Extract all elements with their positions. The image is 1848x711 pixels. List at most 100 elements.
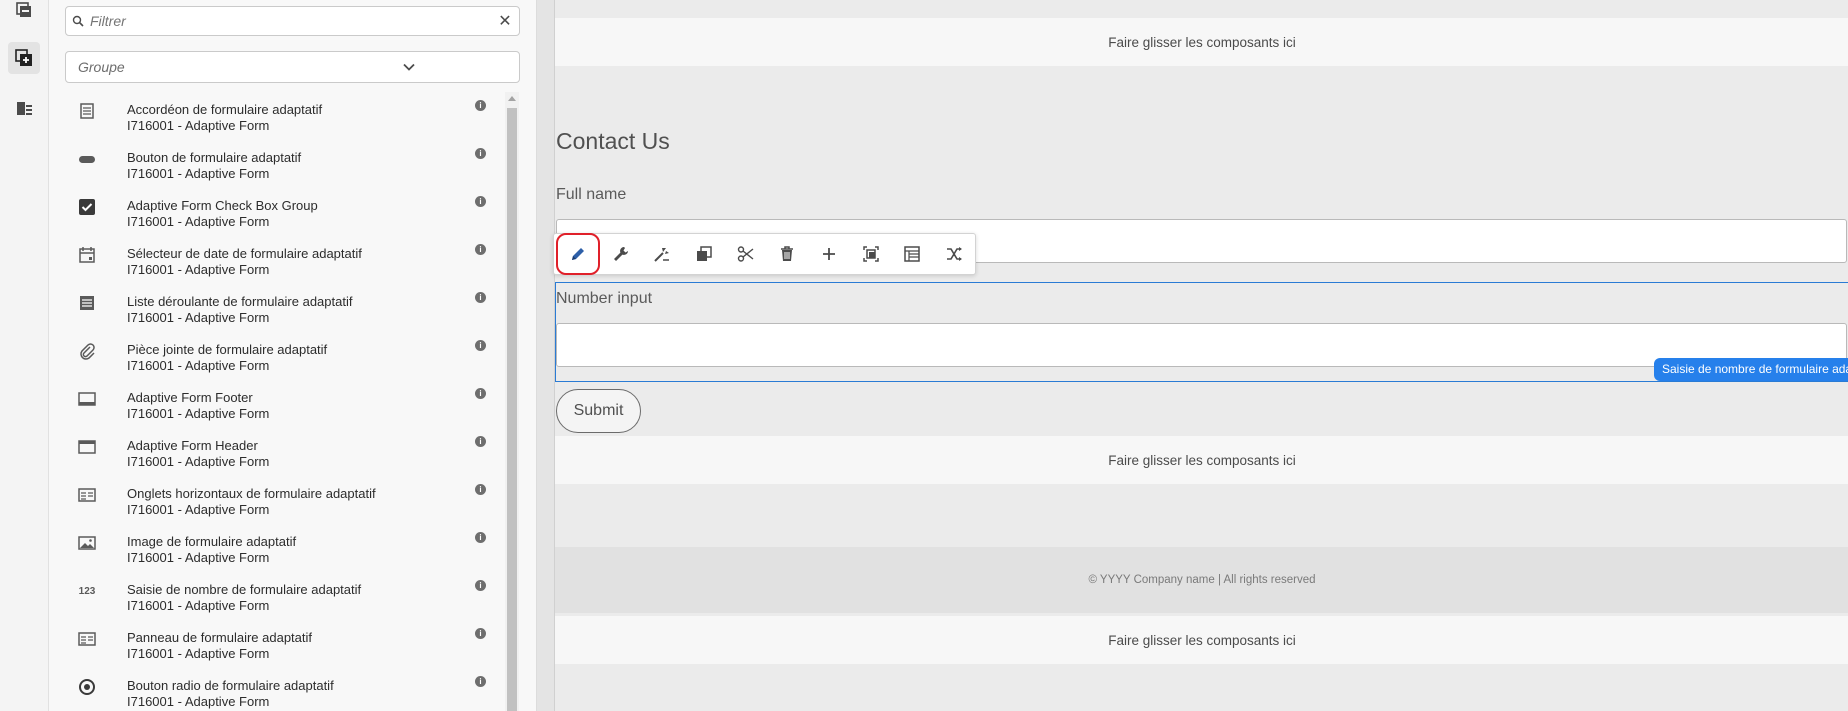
info-icon[interactable]: i [475,196,486,207]
info-icon[interactable]: i [475,100,486,111]
component-group: I716001 - Adaptive Form [127,406,270,421]
paperclip-icon [77,341,97,361]
parent-icon [904,246,921,262]
list-item[interactable]: Adaptive Form Header I716001 - Adaptive … [65,428,505,476]
component-group: I716001 - Adaptive Form [127,502,270,517]
edit-button[interactable] [556,233,600,275]
list-item[interactable]: 123 Saisie de nombre de formulaire adapt… [65,572,505,620]
component-title: Accordéon de formulaire adaptatif [127,102,323,117]
tabs-icon [77,485,97,505]
copy-icon [696,246,712,261]
component-group: I716001 - Adaptive Form [127,310,270,325]
component-group: I716001 - Adaptive Form [127,550,270,565]
list-item[interactable]: Image de formulaire adaptatif I716001 - … [65,524,505,572]
checkbox-icon [77,197,97,217]
info-icon[interactable]: i [475,628,486,639]
list-item[interactable]: Bouton de formulaire adaptatif I716001 -… [65,140,505,188]
cut-button[interactable] [725,233,767,275]
parent-button[interactable] [892,233,934,275]
content-tree-rail-button[interactable] [8,92,40,124]
component-group: I716001 - Adaptive Form [127,358,270,373]
info-icon[interactable]: i [475,388,486,399]
footer-copyright: © YYYY Company name | All rights reserve… [1088,574,1316,586]
button-icon [77,149,97,169]
component-title: Sélecteur de date de formulaire adaptati… [127,246,362,261]
layers-rail-button[interactable] [8,0,40,26]
component-toolbar [553,233,976,275]
info-icon[interactable]: i [475,580,486,591]
replace-button[interactable] [933,233,975,275]
component-title: Saisie de nombre de formulaire adaptatif [127,582,362,597]
image-icon [77,533,97,553]
configure-button[interactable] [600,233,642,275]
component-title: Panneau de formulaire adaptatif [127,630,313,645]
editor-canvas: Faire glisser les composants ici Contact… [537,0,1848,711]
component-group: I716001 - Adaptive Form [127,454,270,469]
list-item[interactable]: Liste déroulante de formulaire adaptatif… [65,284,505,332]
side-rail [0,0,49,711]
info-icon[interactable]: i [475,244,486,255]
list-item[interactable]: Sélecteur de date de formulaire adaptati… [65,236,505,284]
group-icon [863,246,879,262]
list-item[interactable]: Panneau de formulaire adaptatif I716001 … [65,620,505,668]
style-button[interactable] [641,233,683,275]
copy-button[interactable] [683,233,725,275]
list-item[interactable]: Pièce jointe de formulaire adaptatif I71… [65,332,505,380]
info-icon[interactable]: i [475,340,486,351]
form-title: Contact Us [556,128,670,154]
group-select-label: Groupe [78,59,125,75]
component-group: I716001 - Adaptive Form [127,214,270,229]
list-item[interactable]: Bouton radio de formulaire adaptatif I71… [65,668,505,711]
group-select[interactable]: Groupe [65,51,520,83]
component-group: I716001 - Adaptive Form [127,694,270,709]
clear-icon[interactable]: ✕ [491,11,519,31]
info-icon[interactable]: i [475,676,486,687]
header-icon [77,437,97,457]
style-icon [654,248,670,262]
drop-zone[interactable]: Faire glisser les composants ici [555,436,1848,484]
delete-button[interactable] [767,233,809,275]
components-icon [15,49,32,66]
component-list: Accordéon de formulaire adaptatif I71600… [65,92,505,711]
edit-icon [571,248,584,260]
insert-button[interactable] [808,233,850,275]
scrollbar-thumb[interactable] [507,108,517,711]
search-icon [66,15,90,27]
component-group: I716001 - Adaptive Form [127,118,270,133]
component-title: Adaptive Form Footer [127,390,253,405]
number-input-label: Number input [556,290,653,307]
component-title: Liste déroulante de formulaire adaptatif [127,294,353,309]
cut-icon [737,246,754,262]
chevron-down-icon [299,63,520,71]
number-input-field[interactable] [556,323,1847,367]
list-item[interactable]: Adaptive Form Footer I716001 - Adaptive … [65,380,505,428]
component-group: I716001 - Adaptive Form [127,262,270,277]
list-item[interactable]: Onglets horizontaux de formulaire adapta… [65,476,505,524]
filter-input[interactable] [90,8,491,34]
info-icon[interactable]: i [475,148,486,159]
component-title: Adaptive Form Header [127,438,258,453]
number-icon: 123 [78,585,96,597]
info-icon[interactable]: i [475,484,486,495]
insert-icon [823,248,836,260]
component-title: Pièce jointe de formulaire adaptatif [127,342,328,357]
layers-icon [16,2,31,17]
component-title: Bouton de formulaire adaptatif [127,150,302,165]
panel-scrollbar[interactable] [505,92,519,711]
info-icon[interactable]: i [475,532,486,543]
drop-zone[interactable]: Faire glisser les composants ici [555,18,1848,66]
form-footer: © YYYY Company name | All rights reserve… [555,547,1848,613]
group-button[interactable] [850,233,892,275]
submit-button[interactable]: Submit [556,389,641,433]
form-page: Faire glisser les composants ici Contact… [554,0,1848,711]
list-item[interactable]: Accordéon de formulaire adaptatif I71600… [65,92,505,140]
configure-icon [613,247,628,261]
list-item[interactable]: Adaptive Form Check Box Group I716001 - … [65,188,505,236]
drop-zone[interactable]: Faire glisser les composants ici [555,616,1848,664]
radio-icon [77,677,97,697]
components-rail-button[interactable] [8,42,40,74]
info-icon[interactable]: i [475,436,486,447]
scroll-up-arrow-icon[interactable] [508,96,516,101]
info-icon[interactable]: i [475,292,486,303]
replace-icon [947,247,963,261]
